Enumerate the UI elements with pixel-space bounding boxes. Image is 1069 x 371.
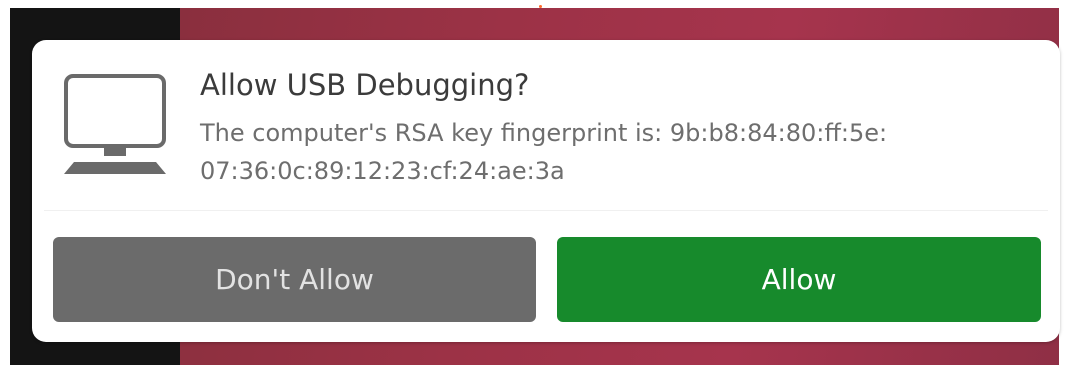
allow-button[interactable]: Allow bbox=[557, 237, 1041, 322]
screen: Allow USB Debugging? The computer's RSA … bbox=[0, 0, 1069, 371]
dialog-message: The computer's RSA key fingerprint is: 9… bbox=[200, 114, 1030, 190]
fingerprint-line-1: The computer's RSA key fingerprint is: 9… bbox=[200, 119, 888, 147]
fingerprint-line-2: 07:36:0c:89:12:23:cf:24:ae:3a bbox=[200, 157, 565, 185]
dont-allow-button[interactable]: Don't Allow bbox=[53, 237, 536, 322]
divider bbox=[44, 210, 1048, 211]
notification-led bbox=[539, 5, 542, 8]
dialog-title: Allow USB Debugging? bbox=[200, 68, 530, 102]
computer-icon bbox=[64, 74, 166, 174]
usb-debugging-dialog: Allow USB Debugging? The computer's RSA … bbox=[32, 40, 1060, 342]
